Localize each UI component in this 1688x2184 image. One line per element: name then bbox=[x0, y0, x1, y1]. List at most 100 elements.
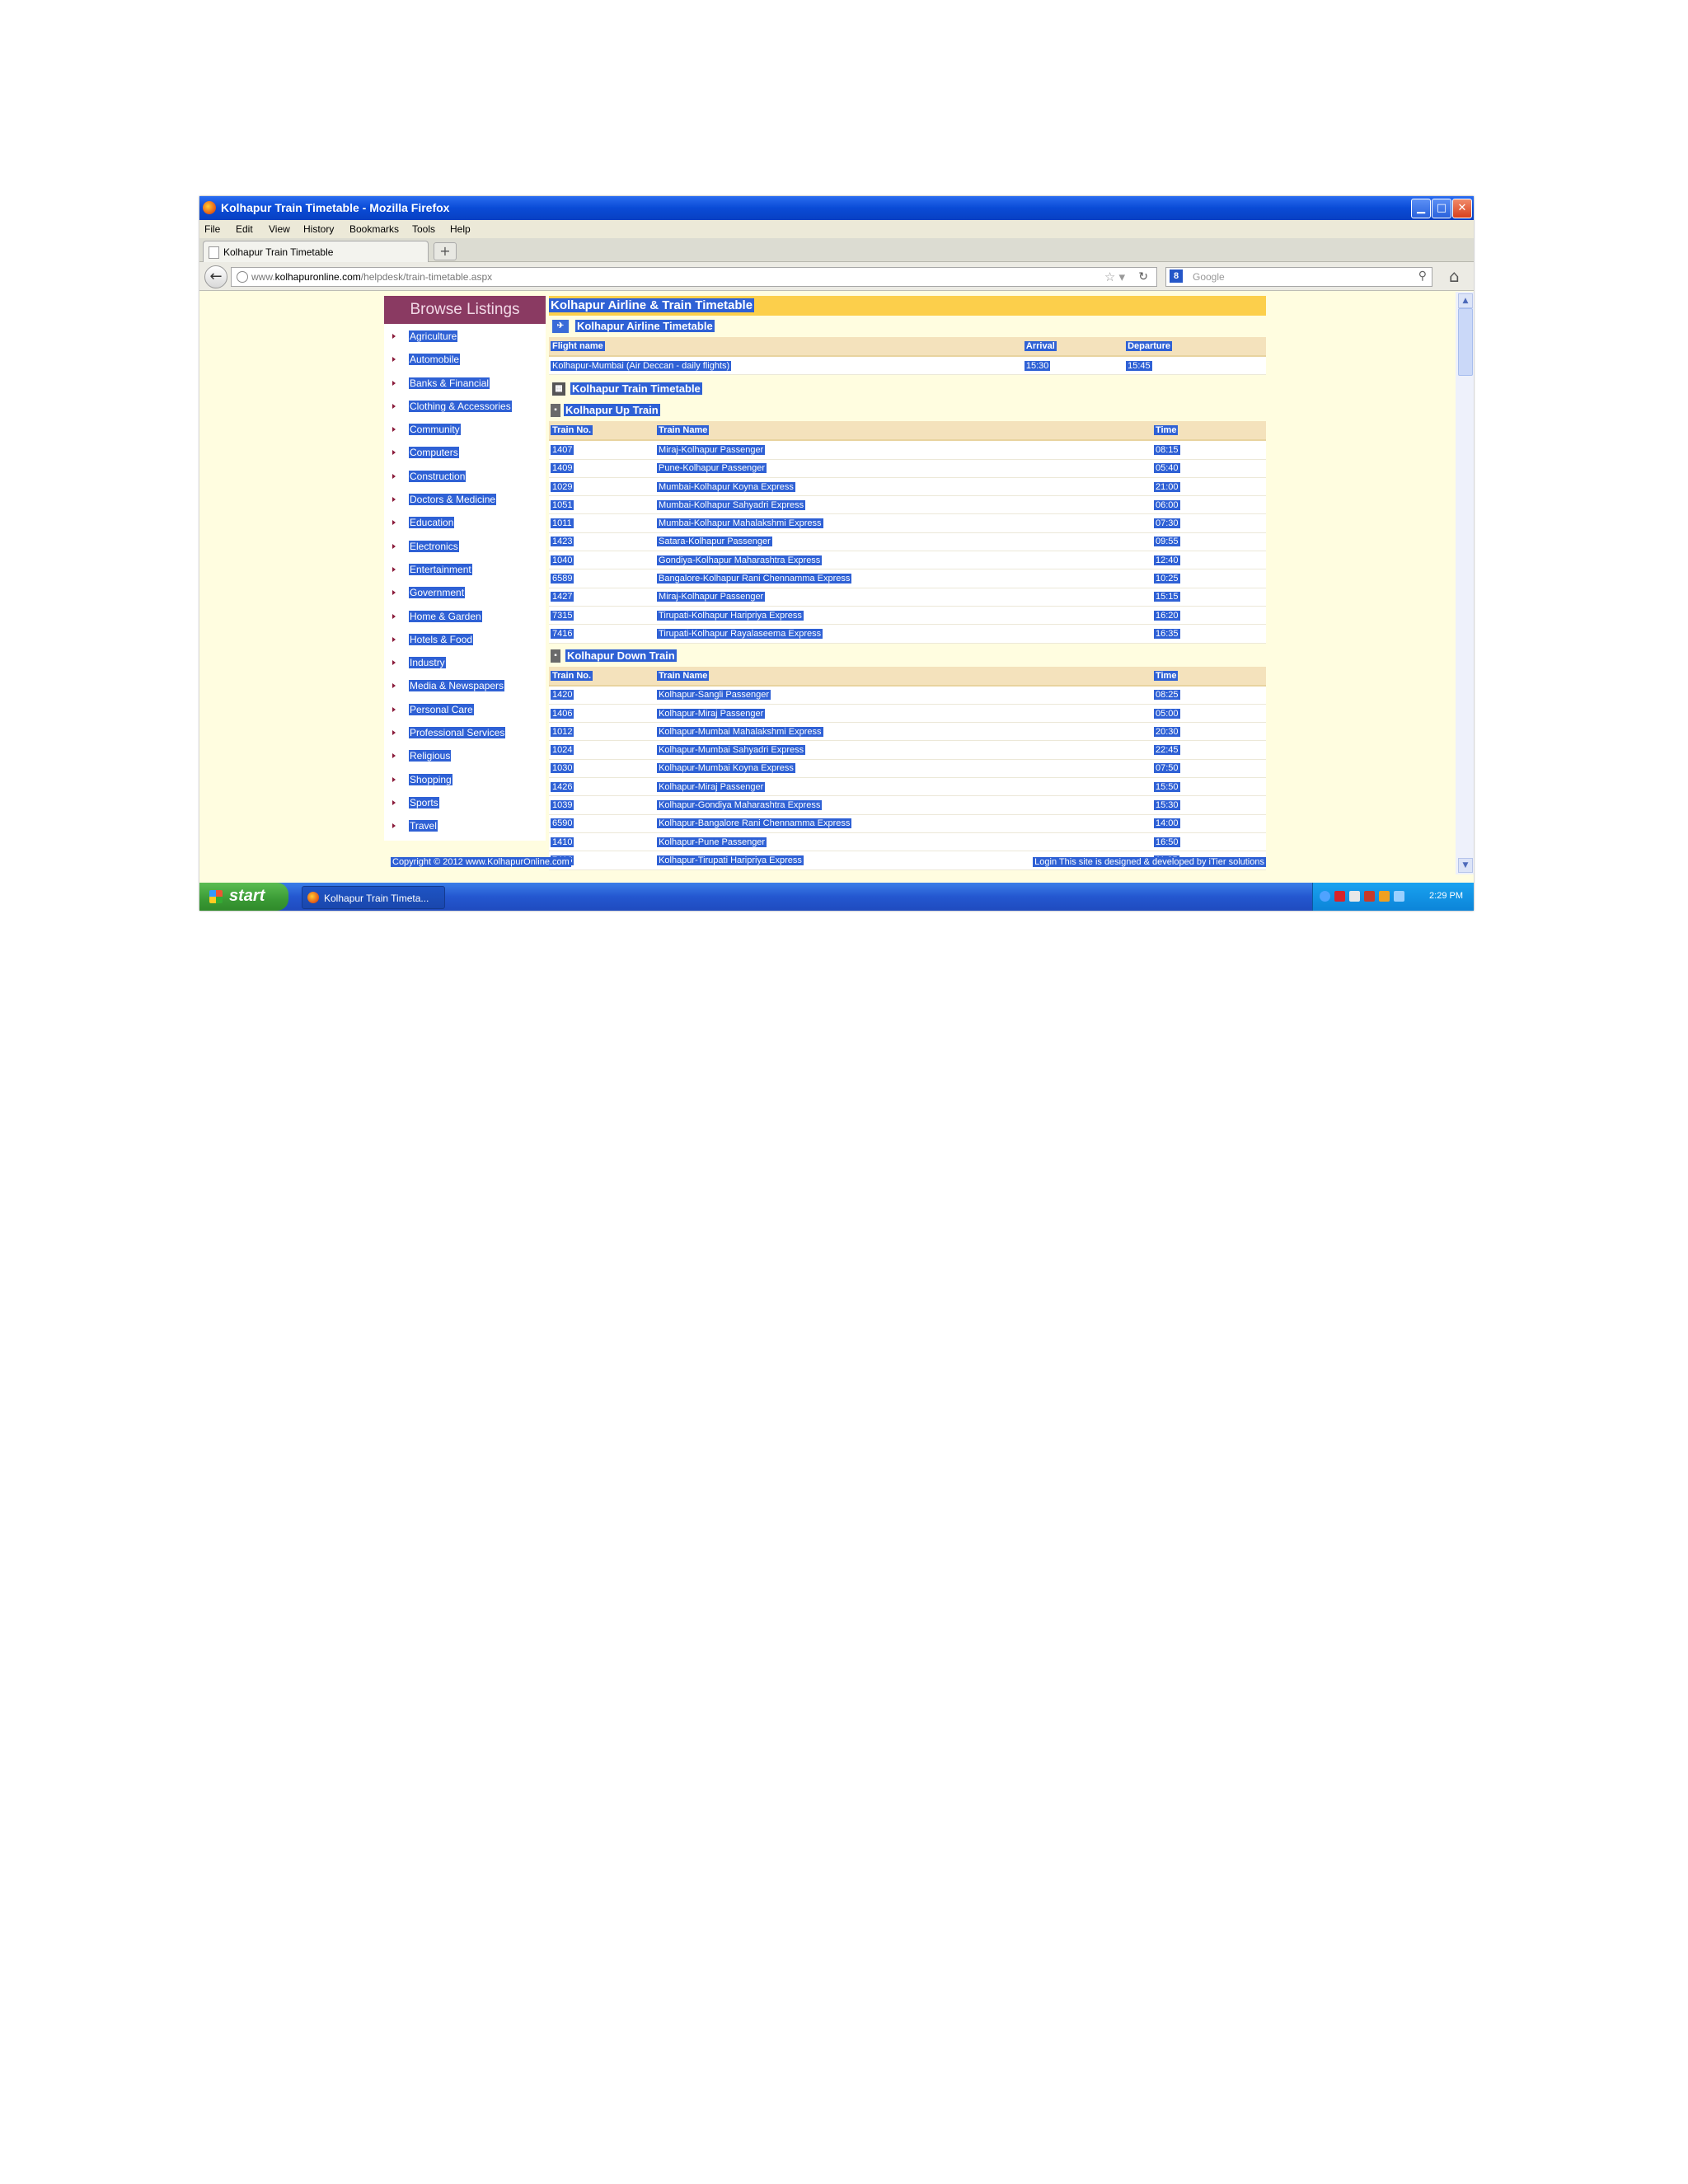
table-row: Kolhapur-Mumbai (Air Deccan - daily flig… bbox=[549, 356, 1266, 376]
sidebar-item-label[interactable]: Personal Care bbox=[409, 703, 474, 715]
sidebar-item[interactable]: Automobile bbox=[384, 350, 546, 373]
sidebar-item-label[interactable]: Travel bbox=[409, 820, 438, 832]
sidebar-item[interactable]: Travel bbox=[384, 817, 546, 840]
close-button[interactable]: ✕ bbox=[1452, 199, 1472, 218]
sidebar-item[interactable]: Education bbox=[384, 513, 546, 537]
tab-kolhapur-train-timetable[interactable]: Kolhapur Train Timetable bbox=[203, 241, 429, 262]
bookmark-star-icon[interactable]: ☆ ▾ bbox=[1104, 269, 1125, 284]
train-number: 1423 bbox=[549, 532, 657, 552]
sidebar-item[interactable]: Banks & Financial bbox=[384, 374, 546, 397]
sidebar-item[interactable]: Entertainment bbox=[384, 560, 546, 583]
search-box[interactable]: 8 Google ⚲ bbox=[1165, 267, 1432, 287]
maximize-button[interactable]: □ bbox=[1432, 199, 1451, 218]
sidebar-item-label[interactable]: Electronics bbox=[409, 540, 459, 552]
bullet-icon bbox=[392, 357, 396, 363]
back-button[interactable]: ← bbox=[204, 265, 227, 288]
sidebar-item[interactable]: Construction bbox=[384, 467, 546, 490]
new-tab-button[interactable]: + bbox=[434, 242, 457, 260]
menu-file[interactable]: File bbox=[204, 223, 220, 235]
network-icon[interactable] bbox=[1320, 891, 1330, 902]
bullet-icon bbox=[392, 380, 396, 386]
train-number: 7416 bbox=[549, 624, 657, 644]
sidebar-item-label[interactable]: Home & Garden bbox=[409, 610, 482, 622]
sidebar-item[interactable]: Sports bbox=[384, 794, 546, 817]
menu-edit[interactable]: Edit bbox=[236, 223, 253, 235]
reload-icon[interactable]: ↻ bbox=[1138, 269, 1148, 284]
sidebar-item[interactable]: Professional Services bbox=[384, 724, 546, 747]
taskbar-firefox-item[interactable]: Kolhapur Train Timeta... bbox=[302, 886, 445, 909]
sidebar-item[interactable]: Government bbox=[384, 583, 546, 607]
sidebar-item[interactable]: Shopping bbox=[384, 771, 546, 794]
train-icon: ▪ bbox=[551, 649, 560, 663]
vertical-scrollbar[interactable]: ▲ ▼ bbox=[1456, 292, 1474, 874]
minimize-button[interactable]: ▁ bbox=[1411, 199, 1431, 218]
volume-icon[interactable] bbox=[1394, 891, 1404, 902]
up-train-header: ▪ Kolhapur Up Train bbox=[549, 400, 1266, 421]
menu-help[interactable]: Help bbox=[450, 223, 471, 235]
scroll-down-arrow[interactable]: ▼ bbox=[1458, 858, 1473, 873]
sidebar-item-label[interactable]: Doctors & Medicine bbox=[409, 494, 497, 506]
sidebar-item[interactable]: Hotels & Food bbox=[384, 630, 546, 654]
sidebar-item[interactable]: Clothing & Accessories bbox=[384, 397, 546, 420]
bullet-icon bbox=[392, 497, 396, 503]
train-time: 06:00 bbox=[1152, 495, 1266, 515]
train-number: 7315 bbox=[549, 606, 657, 626]
train-name: Kolhapur-Mumbai Koyna Express bbox=[656, 759, 1153, 779]
sidebar-item[interactable]: Personal Care bbox=[384, 701, 546, 724]
sidebar-item-label[interactable]: Education bbox=[409, 517, 455, 529]
sidebar-item[interactable]: Community bbox=[384, 420, 546, 443]
sidebar-item[interactable]: Computers bbox=[384, 443, 546, 466]
table-row: 1407 Miraj-Kolhapur Passenger 08:15 bbox=[549, 440, 1266, 460]
bullet-icon bbox=[392, 823, 396, 829]
menu-bookmarks[interactable]: Bookmarks bbox=[349, 223, 399, 235]
table-row: 6589 Bangalore-Kolhapur Rani Chennamma Ex… bbox=[549, 569, 1266, 588]
sidebar-item-label[interactable]: Automobile bbox=[409, 354, 461, 366]
table-row: 1040 Gondiya-Kolhapur Maharashtra Express… bbox=[549, 551, 1266, 570]
url-bar[interactable]: www.kolhapuronline.com/helpdesk/train-ti… bbox=[231, 267, 1157, 287]
tray-app-icon[interactable] bbox=[1349, 891, 1360, 902]
sidebar-item-label[interactable]: Clothing & Accessories bbox=[409, 400, 512, 412]
google-icon[interactable]: 8 bbox=[1170, 269, 1183, 283]
sidebar-item-label[interactable]: Shopping bbox=[409, 773, 452, 785]
sidebar-item-label[interactable]: Sports bbox=[409, 796, 439, 808]
sidebar-item-label[interactable]: Agriculture bbox=[409, 330, 458, 342]
sidebar-item-label[interactable]: Community bbox=[409, 424, 461, 436]
sidebar-item-label[interactable]: Banks & Financial bbox=[409, 377, 490, 389]
menu-history[interactable]: History bbox=[303, 223, 334, 235]
train-time: 20:30 bbox=[1152, 722, 1266, 742]
sidebar-item-label[interactable]: Construction bbox=[409, 470, 467, 482]
table-row: 1029 Mumbai-Kolhapur Koyna Express 21:00 bbox=[549, 477, 1266, 497]
sidebar-item[interactable]: Media & Newspapers bbox=[384, 677, 546, 700]
sidebar-item-label[interactable]: Industry bbox=[409, 657, 446, 669]
train-time: 16:50 bbox=[1152, 832, 1266, 852]
sidebar-item-label[interactable]: Entertainment bbox=[409, 563, 472, 575]
sidebar-item[interactable]: Home & Garden bbox=[384, 607, 546, 630]
scroll-thumb[interactable] bbox=[1458, 308, 1473, 376]
down-train-rows: 1420 Kolhapur-Sangli Passenger 08:25 1406 Ko… bbox=[549, 685, 1266, 870]
sidebar-item[interactable]: Religious bbox=[384, 747, 546, 770]
antivirus-icon[interactable] bbox=[1334, 891, 1345, 902]
footer-links[interactable]: Login This site is designed & developed … bbox=[1033, 857, 1266, 867]
sidebar-item-label[interactable]: Government bbox=[409, 587, 466, 599]
scroll-up-arrow[interactable]: ▲ bbox=[1458, 293, 1473, 308]
sidebar-item[interactable]: Agriculture bbox=[384, 327, 546, 350]
bullet-icon bbox=[392, 520, 396, 526]
sidebar-item[interactable]: Electronics bbox=[384, 537, 546, 560]
table-row: 1030 Kolhapur-Mumbai Koyna Express 07:50 bbox=[549, 759, 1266, 779]
menu-view[interactable]: View bbox=[269, 223, 290, 235]
menu-tools[interactable]: Tools bbox=[412, 223, 435, 235]
sidebar-item-label[interactable]: Hotels & Food bbox=[409, 633, 474, 645]
sidebar-item-label[interactable]: Professional Services bbox=[409, 727, 506, 739]
warning-icon[interactable] bbox=[1379, 891, 1390, 902]
sidebar-item[interactable]: Doctors & Medicine bbox=[384, 490, 546, 513]
sidebar-item-label[interactable]: Media & Newspapers bbox=[409, 680, 505, 692]
sidebar-item-label[interactable]: Religious bbox=[409, 750, 452, 762]
screenshot-window: Kolhapur Train Timetable - Mozilla Firef… bbox=[199, 196, 1474, 911]
home-icon[interactable]: ⌂ bbox=[1449, 266, 1460, 286]
search-icon[interactable]: ⚲ bbox=[1418, 269, 1427, 283]
airline-section-header: ✈ Kolhapur Airline Timetable bbox=[549, 316, 1266, 337]
security-icon[interactable] bbox=[1364, 891, 1375, 902]
sidebar-item[interactable]: Industry bbox=[384, 654, 546, 677]
start-button[interactable]: start bbox=[199, 883, 288, 911]
sidebar-item-label[interactable]: Computers bbox=[409, 447, 459, 459]
